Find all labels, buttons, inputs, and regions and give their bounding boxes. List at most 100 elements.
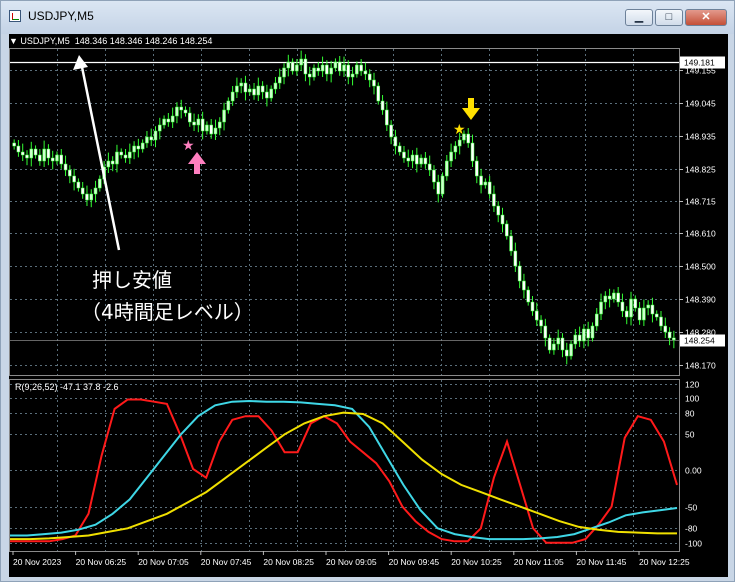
price-tick-label: 148.715 <box>685 197 716 207</box>
candle-body <box>145 136 149 144</box>
candle-body <box>517 265 522 282</box>
time-axis-label: 20 Nov 12:25 <box>639 557 690 567</box>
candle-body <box>560 337 565 351</box>
candle-body <box>59 154 64 165</box>
indicator-tick-label: 80 <box>685 409 695 419</box>
candle-body <box>140 142 145 150</box>
price-pane-frame <box>9 48 680 376</box>
candle-body <box>230 91 235 102</box>
candle-body <box>46 148 51 159</box>
candle-body <box>389 124 393 138</box>
annotation-line-2: （4時間足レベル） <box>81 300 254 324</box>
indicator-line-0 <box>10 398 678 544</box>
title-bar[interactable]: USDJPY,M5 ▁ □ ✕ <box>1 1 734 34</box>
candle-body <box>115 151 119 165</box>
minimize-button[interactable]: ▁ <box>625 9 653 26</box>
candle-body <box>235 85 239 93</box>
candle-body <box>80 187 85 195</box>
candle-body <box>355 64 359 75</box>
candle-body <box>200 118 205 132</box>
candle-body <box>659 316 663 327</box>
candle-body <box>496 205 500 216</box>
candle-body <box>158 124 162 132</box>
candle-body <box>299 58 303 66</box>
candle-body <box>166 118 171 123</box>
candle-body <box>269 88 273 99</box>
candle-body <box>530 301 535 312</box>
candle-body <box>273 82 278 90</box>
price-tick-label: 148.500 <box>685 262 716 272</box>
candle-body <box>277 76 282 84</box>
indicator-tick-label: 0.00 <box>685 466 702 476</box>
candle-body <box>89 193 94 201</box>
candle-body <box>123 154 128 159</box>
candle-body <box>487 181 492 195</box>
candle-body <box>565 349 569 357</box>
time-axis-label: 20 Nov 11:45 <box>576 557 626 567</box>
price-tick-label: 148.610 <box>685 229 716 239</box>
candle-body <box>119 151 123 156</box>
candle-body <box>397 145 402 153</box>
candle-body <box>286 61 291 69</box>
candle-body <box>393 136 398 147</box>
candle-body <box>509 235 513 252</box>
candle-body <box>329 67 333 75</box>
candle-body <box>188 112 192 123</box>
candle-body <box>402 151 406 159</box>
candle-body <box>63 163 68 171</box>
candle-body <box>513 250 518 267</box>
candle-body <box>226 100 231 111</box>
price-menu-icon[interactable]: ▼ <box>9 36 20 46</box>
candle-body <box>350 73 355 78</box>
window-title: USDJPY,M5 <box>28 9 94 23</box>
time-axis-label: 20 Nov 09:45 <box>389 557 440 567</box>
candle-body <box>282 67 286 78</box>
candle-body <box>475 160 479 177</box>
candle-body <box>380 100 385 111</box>
candle-body <box>128 151 132 159</box>
candle-body <box>316 67 321 72</box>
chart-window-icon <box>9 10 21 22</box>
candle-body <box>239 82 243 87</box>
candle-body <box>612 292 616 300</box>
candle-body <box>500 214 505 225</box>
candle-body <box>209 124 213 135</box>
indicator-tick-label: -50 <box>685 503 698 513</box>
candle-body <box>33 148 38 156</box>
price-tick-label: 148.390 <box>685 295 716 305</box>
annotation-arrow-line <box>79 61 121 251</box>
candle-body <box>337 61 342 72</box>
candle-body <box>55 154 59 162</box>
candle-body <box>479 175 483 186</box>
candle-body <box>427 163 432 171</box>
maximize-button[interactable]: □ <box>655 9 683 26</box>
candle-body <box>624 310 629 318</box>
candle-body <box>213 127 218 135</box>
candle-body <box>16 145 21 153</box>
candle-body <box>12 142 16 147</box>
candle-body <box>25 154 29 159</box>
price-header: ▼ USDJPY,M5 148.346 148.346 148.246 148.… <box>9 36 212 46</box>
price-tick-label: 149.045 <box>685 99 716 109</box>
candle-body <box>76 181 81 189</box>
candle-body <box>569 343 573 357</box>
close-button[interactable]: ✕ <box>685 9 727 26</box>
candle-body <box>183 109 188 114</box>
candle-body <box>149 136 153 141</box>
indicator-pane-frame <box>9 379 680 552</box>
time-axis-label: 20 Nov 09:05 <box>326 557 377 567</box>
indicator-tick-label: 50 <box>685 430 695 440</box>
candle-body <box>106 160 111 168</box>
candle-body <box>372 79 376 87</box>
candle-body <box>307 73 312 78</box>
candle-body <box>445 160 449 177</box>
indicator-tick-label: -100 <box>685 539 702 549</box>
candle-body <box>85 193 89 201</box>
candle-body <box>363 70 368 75</box>
candle-body <box>535 310 539 321</box>
candle-body <box>599 301 603 315</box>
candle-body <box>260 85 265 93</box>
candle-body <box>415 154 419 165</box>
candle-body <box>295 64 299 72</box>
chart-plot-area[interactable]: 149.155 149.045 148.935 148.825 148.715 148.6… <box>9 34 728 577</box>
